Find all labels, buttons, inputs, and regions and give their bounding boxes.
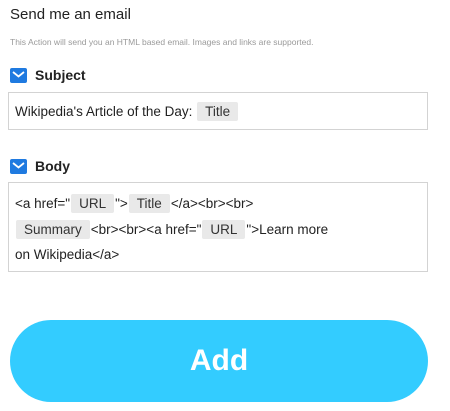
subject-text: Wikipedia's Article of the Day: — [15, 104, 193, 119]
ingredient-url[interactable]: URL — [202, 219, 246, 239]
body-text: <br><br><a href=" — [90, 221, 202, 237]
subject-label-row: Subject — [10, 67, 86, 83]
body-text: ">Learn more — [246, 221, 329, 237]
mail-icon — [10, 158, 27, 174]
body-line-3: on Wikipedia</a> — [15, 242, 421, 268]
body-text: on Wikipedia</a> — [15, 247, 120, 262]
body-line-1: <a href=" URL "> Title </a><br><br> — [15, 191, 421, 217]
add-button[interactable]: Add — [10, 320, 428, 402]
page-title: Send me an email — [10, 6, 131, 23]
body-label: Body — [35, 158, 70, 174]
body-label-row: Body — [10, 158, 70, 174]
body-line-2: Summary <br><br><a href=" URL ">Learn more — [15, 217, 421, 243]
ingredient-summary[interactable]: Summary — [16, 219, 90, 239]
mail-icon — [10, 67, 27, 83]
ingredient-url[interactable]: URL — [71, 194, 115, 213]
body-text: </a><br><br> — [170, 196, 254, 211]
body-text: <a href=" — [15, 196, 71, 211]
ingredient-title[interactable]: Title — [197, 102, 239, 121]
subject-label: Subject — [35, 67, 86, 83]
subject-input[interactable]: Wikipedia's Article of the Day: Title — [8, 92, 428, 130]
page-subtitle: This Action will send you an HTML based … — [10, 37, 314, 47]
ingredient-title[interactable]: Title — [128, 194, 170, 213]
body-input[interactable]: <a href=" URL "> Title </a><br><br> Summary <… — [8, 182, 428, 272]
body-text: "> — [115, 196, 128, 211]
